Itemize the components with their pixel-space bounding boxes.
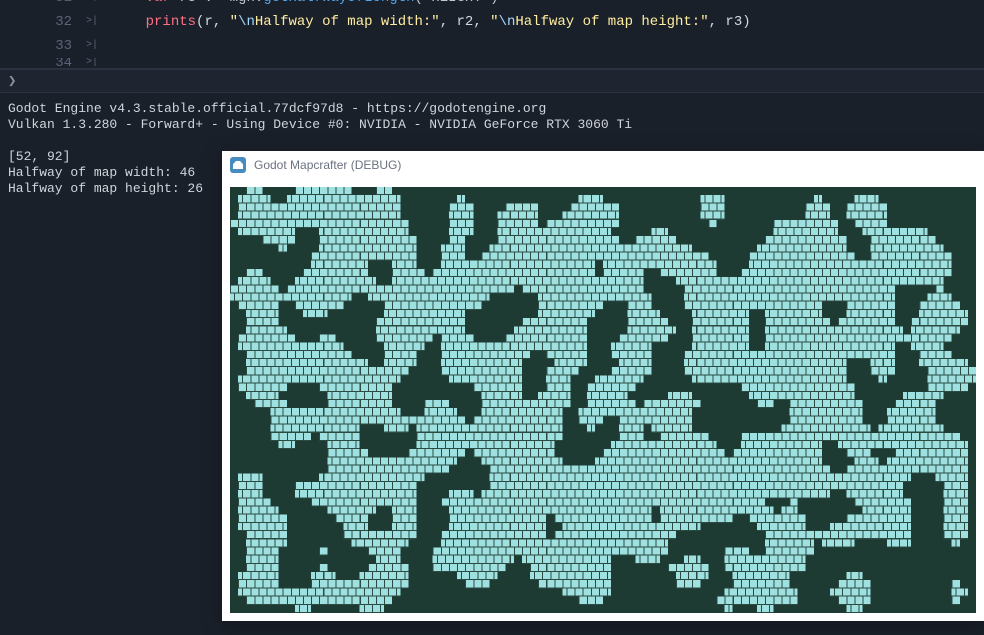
fold-marker-icon[interactable]: >| [80,58,104,68]
line-number: 32 [0,10,80,34]
code-line[interactable]: 33>| [0,34,984,58]
output-line: Godot Engine v4.3.stable.official.77dcf9… [8,101,976,117]
code-line[interactable]: 32>| prints(r, "\nHalfway of map width:"… [0,10,984,34]
code-content[interactable]: var r3 := mgn.getHalfwayOfLength( HEIGHT… [104,0,984,10]
line-number: 34 [0,58,80,68]
map-canvas [230,187,976,613]
godot-icon [230,157,246,173]
panel-separator[interactable]: ❯ [0,69,984,93]
code-content[interactable] [104,34,984,58]
code-content[interactable] [104,58,984,68]
output-line: Vulkan 1.3.280 - Forward+ - Using Device… [8,117,976,133]
fold-marker-icon[interactable]: >| [80,0,104,10]
game-window[interactable]: Godot Mapcrafter (DEBUG) [222,151,984,621]
line-number: 33 [0,34,80,58]
code-editor[interactable]: 31>| var r3 := mgn.getHalfwayOfLength( H… [0,0,984,69]
window-title: Godot Mapcrafter (DEBUG) [254,158,401,172]
code-line[interactable]: 31>| var r3 := mgn.getHalfwayOfLength( H… [0,0,984,10]
fold-marker-icon[interactable]: >| [80,34,104,58]
code-line[interactable]: 34>| [0,58,984,68]
output-line [8,133,976,149]
map-grid [230,187,976,613]
game-viewport [222,179,984,621]
fold-marker-icon[interactable]: >| [80,10,104,34]
window-titlebar[interactable]: Godot Mapcrafter (DEBUG) [222,151,984,179]
chevron-right-icon: ❯ [8,73,16,90]
line-number: 31 [0,0,80,10]
code-content[interactable]: prints(r, "\nHalfway of map width:", r2,… [104,10,984,34]
